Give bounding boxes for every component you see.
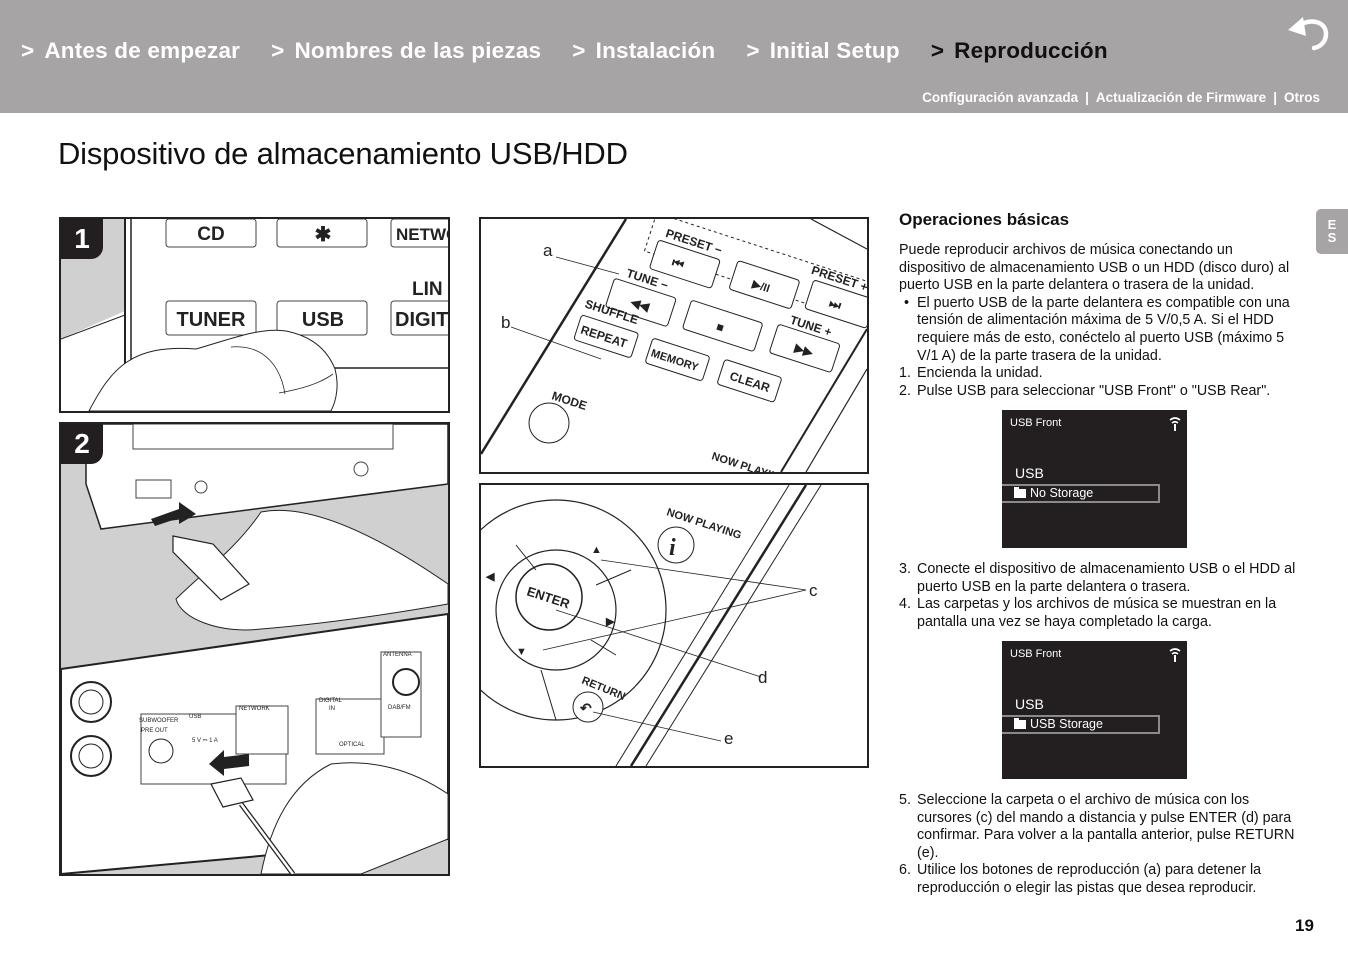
figure-remote-playback-buttons: PRESET − PRESET + TUNE − TUNE + SHUFFLE … — [479, 217, 869, 474]
nav-initial-setup[interactable]: > Initial Setup — [746, 38, 899, 64]
return-arrow-icon — [1288, 17, 1329, 51]
svg-text:DAB/FM: DAB/FM — [388, 705, 411, 711]
svg-text:PRE OUT: PRE OUT — [141, 728, 168, 734]
remote-bottom-illustration: ENTER ▲ ◀ ▶ ▼ i NOW PLAYING ↶ RETURN c d… — [481, 485, 822, 766]
btn-label-line: LIN — [412, 279, 443, 300]
btn-label-cd: CD — [197, 224, 224, 245]
svg-text:OPTICAL: OPTICAL — [339, 742, 365, 748]
header-bar: > Antes de empezar > Nombres de las piezas… — [0, 0, 1348, 113]
steps-list-a: • El puerto USB de la parte delantera es … — [899, 295, 1299, 401]
language-tab[interactable]: E S — [1316, 209, 1348, 254]
display-title: USB Front — [1010, 417, 1062, 429]
svg-text:ANTENNA: ANTENNA — [383, 652, 412, 658]
display-heading: USB — [1015, 696, 1044, 712]
info-icon: i — [669, 535, 676, 561]
svg-text:NETWORK: NETWORK — [239, 706, 270, 712]
step-item: 3. Conecte el dispositivo de almacenamien… — [899, 561, 1296, 595]
svg-text:DIGITAL: DIGITAL — [319, 698, 343, 704]
btn-label-usb: USB — [302, 309, 344, 331]
display-title: USB Front — [1010, 648, 1062, 660]
svg-text:IN: IN — [329, 706, 335, 712]
instructions-section: Operaciones básicas Puede reproducir arc… — [899, 210, 1299, 400]
callout-d: d — [758, 668, 767, 687]
note-bullet: • El puerto USB de la parte delantera es … — [904, 294, 1290, 364]
step-item: 4. Las carpetas y los archivos de música … — [899, 596, 1277, 630]
callout-c: c — [809, 581, 818, 600]
nav-reproduccion[interactable]: > Reproducción — [931, 38, 1108, 64]
back-button[interactable] — [1286, 14, 1330, 52]
label-now-playing: NOW PLAYING — [710, 450, 788, 472]
arrow-left-icon: ◀ — [485, 571, 495, 583]
nav-instalacion[interactable]: > Instalación — [572, 38, 715, 64]
step-item: 2. Pulse USB para seleccionar "USB Front"… — [899, 382, 1271, 399]
subnav-actualizacion-firmware[interactable]: Actualización de Firmware — [1096, 90, 1266, 105]
figure-step-2: SUBWOOFER PRE OUT USB 5 V ⎓ 1 A NETWORK … — [59, 422, 450, 876]
btn-label-digital: DIGIT — [395, 309, 448, 331]
btn-label-network: NETWO — [396, 225, 448, 244]
svg-text:SUBWOOFER: SUBWOOFER — [139, 718, 179, 724]
figure-remote-cursor-buttons: ENTER ▲ ◀ ▶ ▼ i NOW PLAYING ↶ RETURN c d… — [479, 483, 869, 768]
sub-navigation: Configuración avanzada | Actualización de … — [922, 90, 1320, 105]
arrow-up-icon: ▲ — [591, 544, 602, 556]
display-screen-usb-storage: USB Front USB USB Storage — [1002, 641, 1187, 779]
remote-top-illustration: PRESET − PRESET + TUNE − TUNE + SHUFFLE … — [481, 219, 867, 472]
display-list-item[interactable]: USB Storage — [1002, 715, 1160, 734]
breadcrumb-nav: > Antes de empezar > Nombres de las piezas… — [21, 38, 1108, 64]
step-item: 5. Seleccione la carpeta o el archivo de … — [899, 792, 1295, 861]
folder-icon — [1014, 487, 1026, 498]
usb-connection-illustration: SUBWOOFER PRE OUT USB 5 V ⎓ 1 A NETWORK … — [61, 424, 448, 874]
callout-a: a — [543, 241, 553, 260]
figure-step-1: CD ✱ NETWO LIN TUNER USB DIGIT 1 — [59, 217, 450, 413]
svg-text:USB: USB — [189, 714, 201, 720]
subnav-otros[interactable]: Otros — [1284, 90, 1320, 105]
nav-nombres-de-las-piezas[interactable]: > Nombres de las piezas — [271, 38, 541, 64]
display-list-item[interactable]: No Storage — [1002, 484, 1160, 503]
bluetooth-icon: ✱ — [315, 224, 332, 246]
step-badge-1: 1 — [61, 219, 103, 259]
steps-list-b: 3. Conecte el dispositivo de almacenamien… — [899, 561, 1299, 631]
step-badge-2: 2 — [61, 424, 103, 464]
arrow-down-icon: ▼ — [516, 646, 527, 658]
wifi-icon — [1169, 417, 1181, 431]
page-title: Dispositivo de almacenamiento USB/HDD — [58, 136, 628, 171]
display-screen-no-storage: USB Front USB No Storage — [1002, 410, 1187, 548]
return-icon: ↶ — [579, 700, 592, 716]
nav-antes-de-empezar[interactable]: > Antes de empezar — [21, 38, 240, 64]
subnav-configuracion-avanzada[interactable]: Configuración avanzada — [922, 90, 1078, 105]
svg-text:5 V ⎓ 1 A: 5 V ⎓ 1 A — [192, 738, 218, 744]
step-item: 1. Encienda la unidad. — [899, 365, 1043, 382]
section-heading: Operaciones básicas — [899, 210, 1070, 229]
callout-b: b — [501, 313, 510, 332]
intro-paragraph: Puede reproducir archivos de música cone… — [899, 242, 1290, 294]
front-panel-illustration: CD ✱ NETWO LIN TUNER USB DIGIT — [61, 219, 448, 411]
step-item: 6. Utilice los botones de reproducción (a… — [899, 862, 1262, 896]
page-number: 19 — [1295, 916, 1314, 935]
folder-icon — [1014, 718, 1026, 729]
display-heading: USB — [1015, 465, 1044, 481]
btn-label-tuner: TUNER — [177, 309, 246, 331]
callout-e: e — [724, 729, 733, 748]
steps-list-c: 5. Seleccione la carpeta o el archivo de … — [899, 792, 1299, 898]
wifi-icon — [1169, 648, 1181, 662]
